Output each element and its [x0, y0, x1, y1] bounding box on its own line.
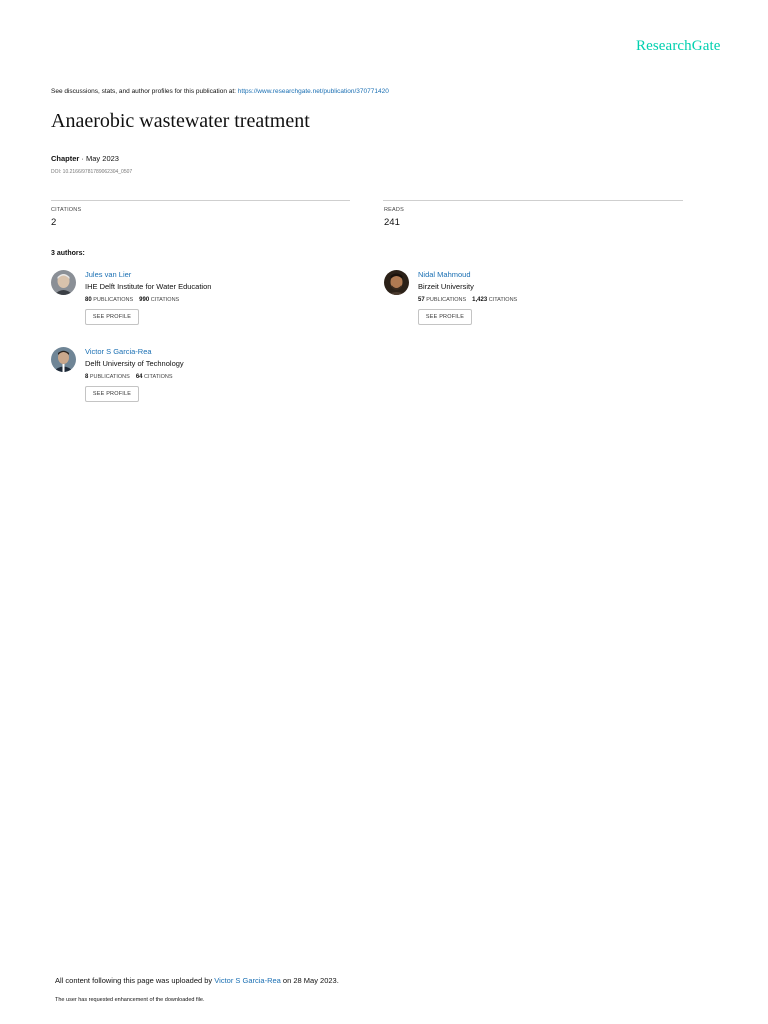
author-citations-label: CITATIONS — [488, 297, 518, 303]
publication-title: Anaerobic wastewater treatment — [51, 110, 310, 132]
upload-suffix: on 28 May 2023. — [280, 976, 339, 985]
author-card: Victor S Garcia-Rea Delft University of … — [51, 347, 351, 417]
see-profile-button[interactable]: SEE PROFILE — [85, 386, 139, 402]
publication-date: May 2023 — [86, 154, 119, 163]
see-profile-button[interactable]: SEE PROFILE — [418, 309, 472, 325]
enhancement-note: The user has requested enhancement of th… — [55, 997, 205, 1003]
intro-text: See discussions, stats, and author profi… — [51, 88, 238, 95]
reads-label: READS — [384, 207, 404, 213]
reads-count: 241 — [384, 217, 400, 228]
avatar[interactable] — [51, 270, 76, 295]
publications-label: PUBLICATIONS — [426, 297, 467, 303]
researchgate-logo[interactable]: ResearchGate — [636, 38, 720, 55]
publication-url-link[interactable]: https://www.researchgate.net/publication… — [238, 88, 389, 95]
citations-count: 2 — [51, 217, 57, 228]
see-profile-button[interactable]: SEE PROFILE — [85, 309, 139, 325]
upload-note: All content following this page was uplo… — [55, 976, 339, 985]
publications-label: PUBLICATIONS — [93, 297, 134, 303]
author-institution: Birzeit University — [418, 282, 474, 291]
uploader-link[interactable]: Victor S Garcia-Rea — [214, 976, 281, 985]
author-name-link[interactable]: Victor S Garcia-Rea — [85, 347, 152, 356]
author-citations-label: CITATIONS — [150, 297, 180, 303]
author-institution: IHE Delft Institute for Water Education — [85, 282, 212, 291]
publications-count: 80 — [85, 297, 92, 303]
author-name-link[interactable]: Jules van Lier — [85, 270, 131, 279]
author-stats: 80 PUBLICATIONS 990 CITATIONS — [85, 297, 179, 303]
avatar[interactable] — [51, 347, 76, 372]
author-institution: Delft University of Technology — [85, 359, 184, 368]
intro-line: See discussions, stats, and author profi… — [51, 88, 389, 95]
publication-type: Chapter — [51, 154, 80, 163]
citations-label: CITATIONS — [51, 207, 82, 213]
publications-label: PUBLICATIONS — [89, 374, 130, 380]
publication-doi: DOI: 10.2166/9781789062304_0507 — [51, 169, 133, 175]
authors-heading: 3 authors: — [51, 250, 85, 257]
publications-count: 57 — [418, 297, 425, 303]
author-name-link[interactable]: Nidal Mahmoud — [418, 270, 471, 279]
author-citations-label: CITATIONS — [144, 374, 173, 380]
reads-divider — [383, 200, 683, 201]
author-citations-count: 64 — [135, 374, 143, 380]
citations-divider — [51, 200, 350, 201]
meta-separator: · — [79, 154, 87, 163]
author-citations-count: 990 — [139, 297, 150, 303]
author-card: Nidal Mahmoud Birzeit University 57 PUBL… — [384, 270, 684, 340]
author-card: Jules van Lier IHE Delft Institute for W… — [51, 270, 351, 340]
avatar[interactable] — [384, 270, 409, 295]
author-stats: 57 PUBLICATIONS 1,423 CITATIONS — [418, 297, 517, 303]
publication-meta: Chapter · May 2023 — [51, 154, 119, 163]
publications-count: 8 — [85, 374, 89, 380]
author-stats: 8 PUBLICATIONS 64 CITATIONS — [85, 374, 173, 380]
author-citations-count: 1,423 — [472, 297, 488, 303]
upload-prefix: All content following this page was uplo… — [55, 976, 215, 985]
